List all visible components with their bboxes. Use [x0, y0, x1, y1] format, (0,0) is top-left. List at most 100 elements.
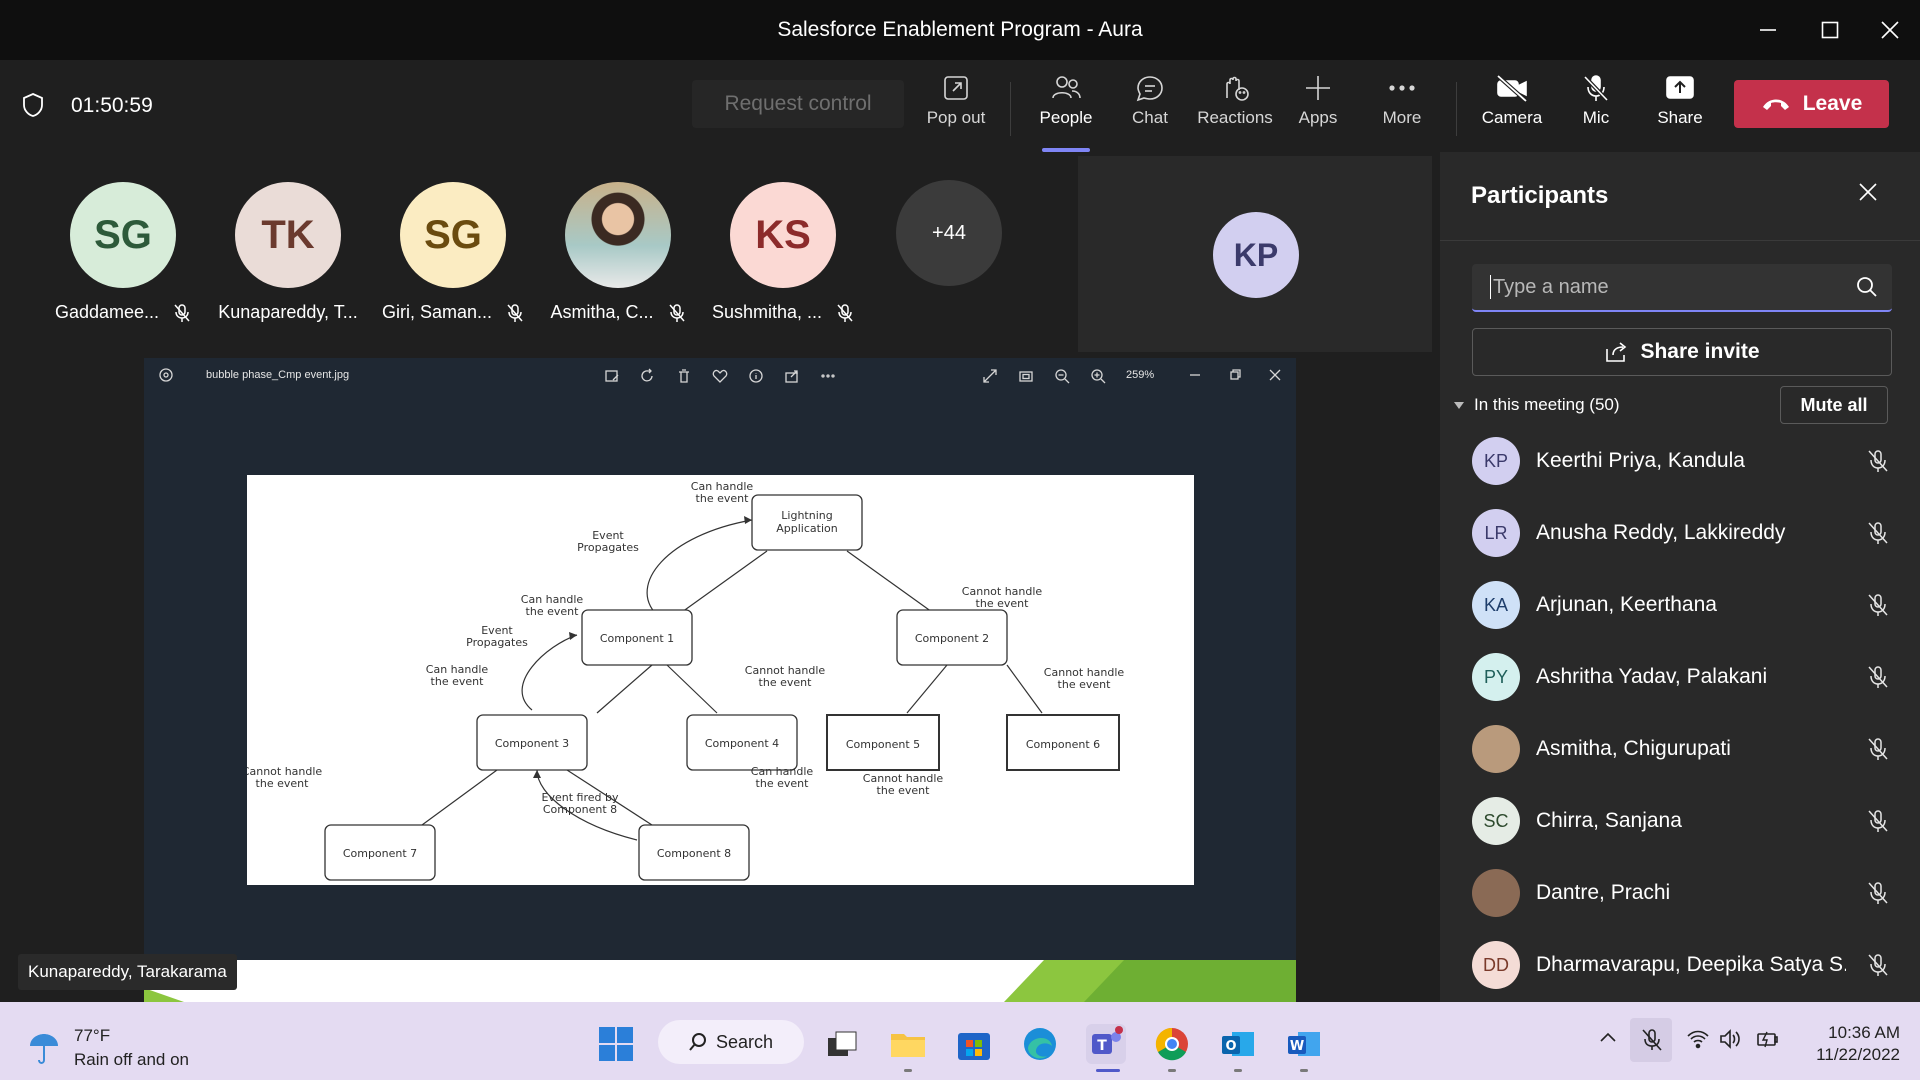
share-invite-icon — [1606, 342, 1627, 362]
self-video-tile: KP — [1078, 156, 1432, 352]
apps-button[interactable]: Apps — [1294, 74, 1342, 148]
volume-icon[interactable] — [1718, 1028, 1742, 1050]
restore-icon[interactable] — [1228, 368, 1242, 382]
battery-charging-icon[interactable] — [1756, 1028, 1780, 1050]
participant-tile-name-row: Kunapareddy, T... — [213, 302, 363, 323]
participant-name: Kunapareddy, T... — [218, 302, 358, 322]
mic-off-icon — [1868, 882, 1888, 904]
clock-date: 11/22/2022 — [1816, 1045, 1900, 1064]
close-panel-icon[interactable] — [1858, 182, 1878, 202]
chevron-down-icon — [1454, 401, 1464, 409]
zoom-level: 259% — [1126, 369, 1155, 381]
minimize-button[interactable] — [1738, 0, 1798, 60]
participant-tile-name-row: Asmitha, C... — [543, 302, 693, 323]
participant-name: Chirra, Sanjana — [1536, 809, 1682, 832]
participant-row[interactable]: Asmitha, Chigurupati — [1472, 720, 1902, 778]
rotate-icon[interactable] — [640, 368, 656, 384]
word-icon[interactable]: W — [1284, 1024, 1324, 1064]
weather-condition: Rain off and on — [74, 1050, 189, 1069]
weather-widget[interactable]: 77°F Rain off and on — [26, 1024, 189, 1072]
photos-app-icon — [159, 368, 173, 382]
camera-button[interactable]: Camera — [1482, 74, 1542, 148]
text-caret — [1490, 275, 1491, 299]
taskbar-search[interactable]: Search — [658, 1020, 804, 1064]
chat-button[interactable]: Chat — [1124, 74, 1176, 148]
participant-search-input[interactable]: Type a name — [1472, 264, 1892, 312]
participant-avatar — [1472, 869, 1520, 917]
participant-avatar: KP — [1472, 437, 1520, 485]
chevron-up-icon[interactable] — [1598, 1028, 1618, 1048]
avatar: SG — [400, 182, 506, 288]
minimize-icon[interactable] — [1188, 368, 1202, 382]
running-indicator — [1300, 1069, 1308, 1072]
diagram-image: Lightning Application Component 1 Compon… — [242, 475, 1194, 885]
participant-name: Anusha Reddy, Lakkireddy — [1536, 521, 1786, 544]
edge-label: the event — [1058, 678, 1112, 691]
windows-start-icon[interactable] — [598, 1026, 634, 1062]
participant-tile[interactable]: KS Sushmitha, ... — [708, 182, 858, 332]
participant-row[interactable]: DD Dharmavarapu, Deepika Satya S... — [1472, 936, 1902, 994]
share-screen-icon — [1666, 76, 1694, 99]
edge-label: the event — [256, 777, 310, 790]
wifi-icon[interactable] — [1686, 1028, 1710, 1050]
expand-icon[interactable] — [982, 368, 998, 384]
rain-weather-icon — [30, 1034, 58, 1064]
in-meeting-count: In this meeting (50) — [1474, 395, 1620, 414]
zoom-in-icon[interactable] — [1090, 368, 1106, 384]
fit-to-window-icon[interactable] — [1018, 368, 1034, 384]
teams-icon[interactable]: T — [1086, 1024, 1126, 1064]
info-icon[interactable] — [748, 368, 764, 384]
participant-tile[interactable]: Asmitha, C... — [543, 182, 693, 332]
participant-row[interactable]: KA Arjunan, Keerthana — [1472, 576, 1902, 634]
participant-row[interactable]: SC Chirra, Sanjana — [1472, 792, 1902, 850]
task-view-icon[interactable] — [822, 1024, 862, 1064]
mic-off-icon — [1868, 810, 1888, 832]
share-button[interactable]: Share — [1656, 74, 1704, 148]
share-invite-button[interactable]: Share invite — [1472, 328, 1892, 376]
avatar-photo — [565, 182, 671, 288]
mic-off-icon — [174, 303, 190, 322]
reactions-button[interactable]: Reactions — [1196, 74, 1274, 148]
edit-image-icon[interactable] — [604, 368, 620, 384]
node-label: Application — [776, 522, 837, 535]
mic-off-icon[interactable] — [1640, 1028, 1664, 1052]
search-placeholder: Type a name — [1493, 275, 1609, 298]
microsoft-store-icon[interactable] — [954, 1024, 994, 1064]
maximize-icon — [1821, 21, 1839, 39]
leave-button[interactable]: Leave — [1734, 80, 1889, 128]
participant-row[interactable]: Dantre, Prachi — [1472, 864, 1902, 922]
running-indicator — [1234, 1069, 1242, 1072]
outlook-icon[interactable]: O — [1218, 1024, 1258, 1064]
people-button[interactable]: People — [1036, 74, 1096, 152]
delete-icon[interactable] — [676, 368, 692, 384]
chrome-icon[interactable] — [1152, 1024, 1192, 1064]
close-icon[interactable] — [1268, 368, 1282, 382]
participant-row[interactable]: LR Anusha Reddy, Lakkireddy — [1472, 504, 1902, 562]
mute-all-button[interactable]: Mute all — [1780, 386, 1888, 424]
close-window-button[interactable] — [1860, 0, 1920, 60]
pop-out-button[interactable]: Pop out — [926, 74, 986, 148]
mic-button[interactable]: Mic — [1576, 74, 1616, 148]
system-clock[interactable]: 10:36 AM 11/22/2022 — [1800, 1022, 1900, 1066]
more-options-icon[interactable] — [820, 368, 836, 384]
participant-tile[interactable]: TK Kunapareddy, T... — [213, 182, 363, 332]
participant-row[interactable]: PY Ashritha Yadav, Palakani — [1472, 648, 1902, 706]
edge-browser-icon[interactable] — [1020, 1024, 1060, 1064]
mic-off-icon — [1868, 450, 1888, 472]
svg-text:T: T — [1097, 1038, 1107, 1054]
more-button[interactable]: More — [1378, 74, 1426, 148]
file-explorer-icon[interactable] — [888, 1024, 928, 1064]
participant-tile[interactable]: SG Gaddamee... — [48, 182, 198, 332]
zoom-out-icon[interactable] — [1054, 368, 1070, 384]
request-control-button[interactable]: Request control — [692, 80, 904, 128]
close-icon — [1881, 21, 1899, 39]
share-icon[interactable] — [784, 368, 800, 384]
favorite-icon[interactable] — [712, 368, 728, 384]
share-label: Share — [1657, 108, 1703, 127]
overflow-participants-button[interactable]: +44 — [896, 180, 1002, 286]
edge-label: the event — [696, 492, 750, 505]
participant-row[interactable]: KP Keerthi Priya, Kandula — [1472, 432, 1902, 490]
participant-tile[interactable]: SG Giri, Saman... — [378, 182, 528, 332]
maximize-button[interactable] — [1800, 0, 1860, 60]
in-meeting-section-toggle[interactable]: In this meeting (50) — [1454, 395, 1620, 415]
